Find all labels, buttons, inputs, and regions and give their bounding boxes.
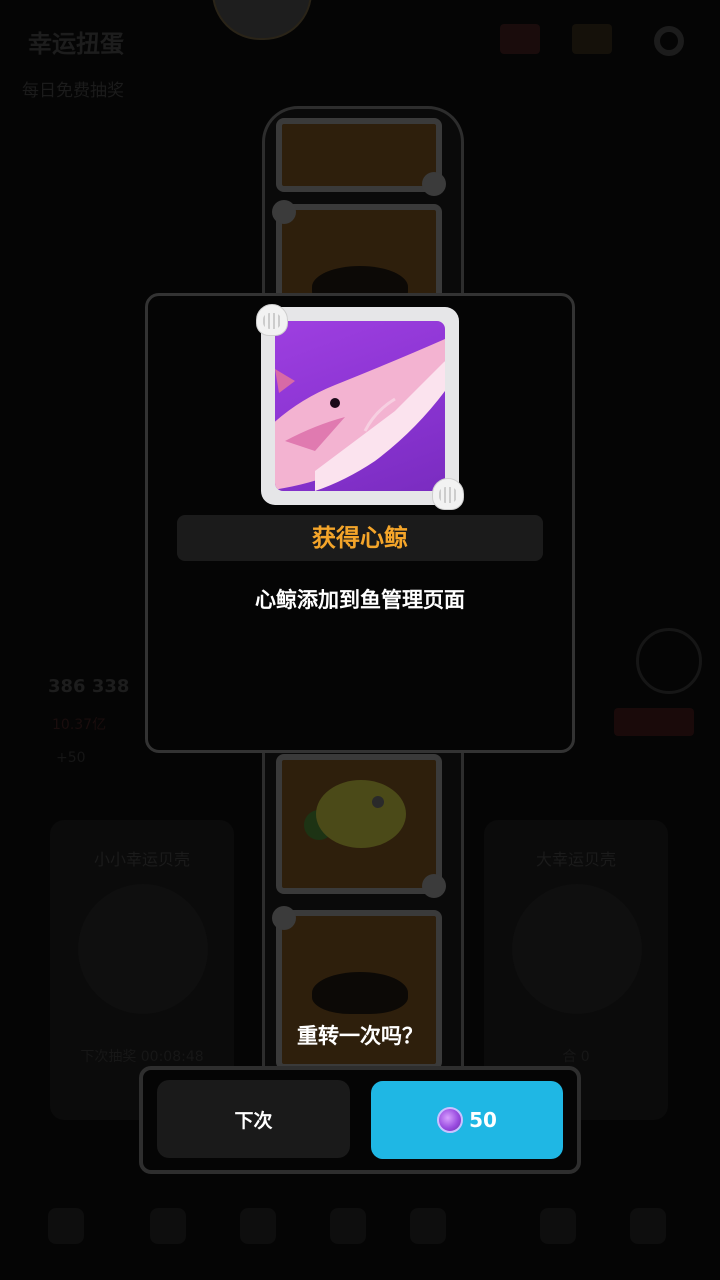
reel-slot bbox=[276, 118, 446, 196]
reward-description: 心鲸添加到鱼管理页面 bbox=[255, 588, 465, 612]
background-title: 幸运扭蛋 bbox=[28, 30, 124, 58]
gear-icon bbox=[654, 26, 684, 56]
shell-icon bbox=[512, 884, 642, 1014]
respin-button[interactable]: 50 bbox=[371, 1081, 563, 1159]
background-stat-second: 10.37亿 bbox=[52, 717, 107, 733]
shell-icon bbox=[78, 884, 208, 1014]
respin-cost: 50 bbox=[469, 1108, 497, 1132]
retry-question: 重转一次吗？ bbox=[297, 1024, 423, 1048]
user-avatar bbox=[212, 0, 312, 40]
bottom-nav bbox=[0, 1196, 720, 1266]
pink-whale-icon bbox=[275, 321, 445, 491]
gift-icon bbox=[500, 24, 540, 54]
nav-event-icon bbox=[330, 1208, 366, 1244]
later-button-label: 下次 bbox=[234, 1109, 273, 1132]
background-badge bbox=[614, 708, 694, 736]
timer-icon bbox=[636, 628, 702, 694]
reward-title: 获得心鲸 bbox=[312, 524, 408, 552]
fish-silhouette-icon bbox=[312, 972, 408, 1014]
whale-illustration bbox=[275, 339, 445, 491]
later-button[interactable]: 下次 bbox=[157, 1080, 350, 1158]
nav-spin-icon bbox=[410, 1208, 446, 1244]
reward-image-frame bbox=[261, 307, 459, 505]
nav-bag-icon bbox=[540, 1208, 576, 1244]
small-shell-title: 小小幸运贝壳 bbox=[93, 850, 190, 869]
background-stat-third: +50 bbox=[56, 750, 86, 766]
shell-corner-icon bbox=[256, 304, 288, 336]
shell-corner-icon bbox=[432, 478, 464, 510]
nav-more-icon bbox=[630, 1208, 666, 1244]
nav-shop-icon bbox=[150, 1208, 186, 1244]
shell-corner-icon bbox=[422, 874, 446, 898]
big-shell-title: 大幸运贝壳 bbox=[535, 850, 616, 869]
box-icon bbox=[572, 24, 612, 54]
shell-corner-icon bbox=[272, 200, 296, 224]
reel-slot bbox=[272, 200, 442, 308]
nav-fish-icon bbox=[240, 1208, 276, 1244]
background-stat-main: 386 338 bbox=[48, 676, 130, 697]
pufferfish-eye bbox=[372, 796, 384, 808]
nav-home-icon bbox=[48, 1208, 84, 1244]
purple-gem-icon bbox=[437, 1107, 464, 1133]
shell-corner-icon bbox=[422, 172, 446, 196]
reel-slot bbox=[276, 754, 446, 898]
shell-corner-icon bbox=[272, 906, 296, 930]
background-subtitle: 每日免费抽奖 bbox=[22, 81, 124, 101]
pufferfish-icon bbox=[316, 780, 406, 848]
